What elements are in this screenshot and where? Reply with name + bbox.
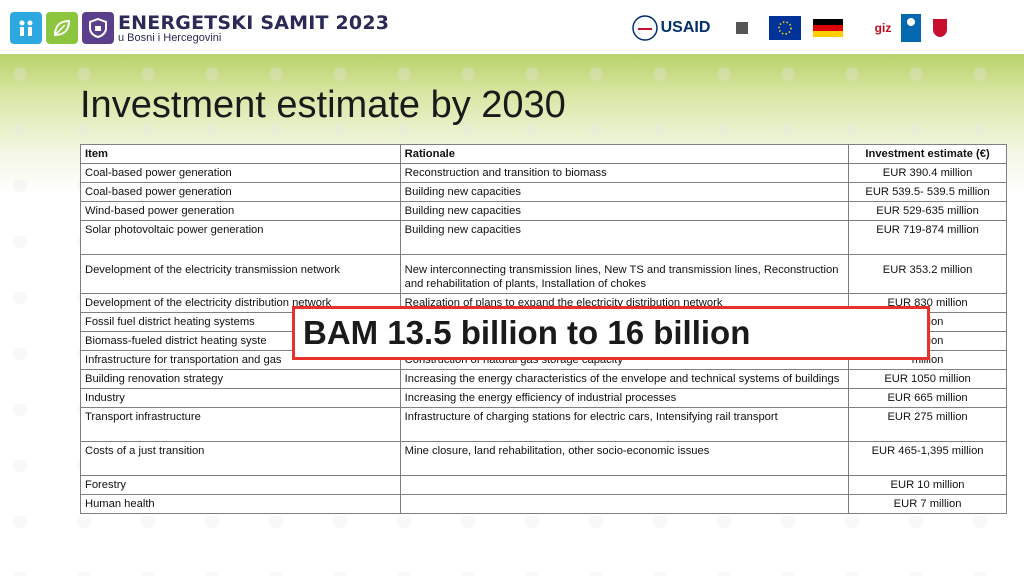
lion-emblem-icon — [930, 14, 950, 42]
cell-rationale: Reconstruction and transition to biomass — [399, 163, 850, 183]
cell-item: Industry — [80, 388, 401, 408]
german-flag-icon — [811, 14, 845, 42]
cell-estimate: EUR 1050 million — [848, 369, 1007, 389]
header-estimate: Investment estimate (€) — [848, 144, 1007, 164]
cell-estimate: EUR 465-1,395 million — [848, 441, 1007, 476]
event-subtitle: u Bosni i Hercegovini — [118, 32, 222, 44]
table-row: Coal-based power generation Building new… — [80, 182, 1007, 202]
event-title: ENERGETSKI SAMIT 2023 — [118, 12, 389, 34]
cell-rationale: Building new capacities — [399, 220, 850, 255]
cell-estimate: EUR 529-635 million — [848, 201, 1007, 221]
table-row: Forestry EUR 10 million — [80, 475, 1007, 495]
sdg-people-icon — [10, 12, 42, 44]
cell-item: Development of the electricity transmiss… — [80, 254, 401, 294]
table-row: Building renovation strategy Increasing … — [80, 369, 1007, 389]
cell-item: Costs of a just transition — [80, 441, 401, 476]
usaid-text: USAID — [660, 19, 711, 36]
eu-flag-icon — [768, 14, 802, 42]
page-title: Investment estimate by 2030 — [80, 84, 566, 126]
cell-item: Building renovation strategy — [80, 369, 401, 389]
header-item: Item — [80, 144, 401, 164]
table-row: Solar photovoltaic power generation Buil… — [80, 220, 1007, 255]
cell-rationale: Infrastructure of charging stations for … — [399, 407, 850, 442]
cell-item: Human health — [80, 494, 401, 514]
event-title-text: ENERGETSKI SAMIT — [118, 12, 329, 34]
table-row: Human health EUR 7 million — [80, 494, 1007, 514]
cell-item: Wind-based power generation — [80, 201, 401, 221]
cell-item: Coal-based power generation — [80, 182, 401, 202]
total-estimate-callout: BAM 13.5 billion to 16 billion — [292, 306, 930, 360]
cell-rationale: Mine closure, land rehabilitation, other… — [399, 441, 850, 476]
header-bar: ENERGETSKI SAMIT 2023 u Bosni i Hercegov… — [0, 0, 1024, 54]
event-year: 2023 — [335, 12, 390, 34]
table-row: Transport infrastructure Infrastructure … — [80, 407, 1007, 442]
cell-estimate: EUR 390.4 million — [848, 163, 1007, 183]
cell-estimate: EUR 665 million — [848, 388, 1007, 408]
cell-estimate: EUR 719-874 million — [848, 220, 1007, 255]
cell-rationale: New interconnecting transmission lines, … — [399, 254, 850, 294]
table-row: Development of the electricity transmiss… — [80, 254, 1007, 294]
cell-rationale: Building new capacities — [399, 201, 850, 221]
table-header-row: Item Rationale Investment estimate (€) — [80, 144, 1007, 164]
cell-estimate: EUR 353.2 million — [848, 254, 1007, 294]
leaf-icon — [46, 12, 78, 44]
table-row: Costs of a just transition Mine closure,… — [80, 441, 1007, 476]
undp-logo-icon — [900, 14, 922, 42]
cell-item: Solar photovoltaic power generation — [80, 220, 401, 255]
cell-estimate: EUR 7 million — [848, 494, 1007, 514]
cell-estimate: EUR 10 million — [848, 475, 1007, 495]
shield-icon — [82, 12, 114, 44]
cell-rationale — [399, 494, 850, 514]
table-row: Coal-based power generation Reconstructi… — [80, 163, 1007, 183]
cell-rationale: Building new capacities — [399, 182, 850, 202]
usaid-logo-icon: USAID — [626, 14, 716, 42]
cell-item: Transport infrastructure — [80, 407, 401, 442]
header-rationale: Rationale — [399, 144, 850, 164]
giz-text: giz — [874, 21, 892, 35]
table-row: Industry Increasing the energy efficienc… — [80, 388, 1007, 408]
crest-icon — [724, 14, 760, 42]
cell-rationale — [399, 475, 850, 495]
cell-item: Forestry — [80, 475, 401, 495]
cell-rationale: Increasing the energy characteristics of… — [399, 369, 850, 389]
giz-logo-icon: giz — [870, 14, 896, 42]
cell-rationale: Increasing the energy efficiency of indu… — [399, 388, 850, 408]
table-row: Wind-based power generation Building new… — [80, 201, 1007, 221]
cell-item: Coal-based power generation — [80, 163, 401, 183]
cell-estimate: EUR 539.5- 539.5 million — [848, 182, 1007, 202]
cell-estimate: EUR 275 million — [848, 407, 1007, 442]
